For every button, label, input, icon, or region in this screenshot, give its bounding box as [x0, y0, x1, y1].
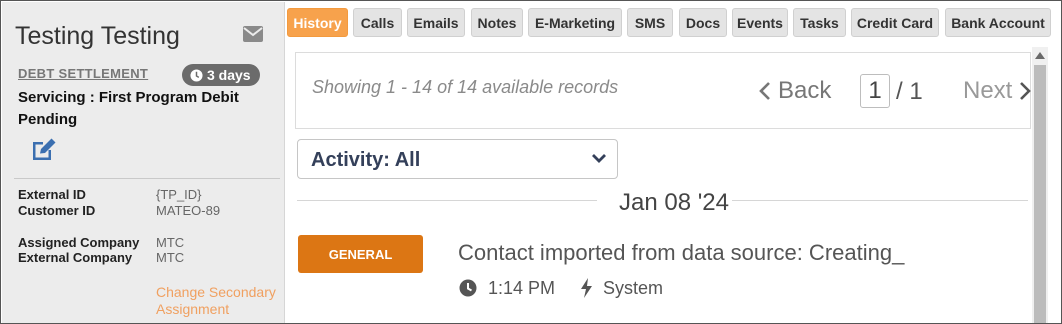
customer-id-value: MATEO-89 [156, 203, 221, 218]
activity-time: 1:14 PM [488, 278, 556, 298]
tab-e-marketing[interactable]: E-Marketing [528, 8, 622, 37]
next-button[interactable]: Next [963, 77, 1032, 105]
timeline-date: Jan 08 '24 [619, 189, 730, 216]
activity-filter-select[interactable]: Activity: All [297, 139, 618, 179]
chevron-down-icon [592, 154, 606, 163]
records-pager: Showing 1 - 14 of 14 available records B… [295, 52, 1032, 128]
chevron-left-icon [759, 82, 770, 100]
clock-icon [190, 68, 203, 82]
tab-calls[interactable]: Calls [353, 8, 402, 37]
chevron-right-icon [1020, 82, 1032, 100]
tab-tasks[interactable]: Tasks [793, 8, 846, 37]
records-count: Showing 1 - 14 of 14 available records [312, 77, 619, 97]
page-number-input[interactable]: 1 [860, 74, 890, 108]
tab-bank-account[interactable]: Bank Account [945, 8, 1051, 37]
back-button[interactable]: Back [758, 77, 831, 105]
tab-credit-card[interactable]: Credit Card [851, 8, 939, 37]
bolt-icon [581, 278, 592, 298]
activity-title: Contact imported from data source: Creat… [458, 240, 905, 265]
days-badge-label: 3 days [207, 67, 251, 83]
page-total: / 1 [896, 78, 923, 105]
app-frame: Testing Testing DEBT SETTLEMENT 3 days S… [0, 0, 1062, 324]
next-label: Next [963, 77, 1013, 104]
sidebar-divider [14, 178, 280, 179]
history-panel: Showing 1 - 14 of 14 available records B… [287, 39, 1047, 323]
date-divider-right [732, 200, 1028, 201]
external-id-value: {TP_ID} [156, 187, 202, 202]
status-link[interactable]: DEBT SETTLEMENT [18, 66, 148, 81]
days-badge: 3 days [182, 64, 260, 86]
scrollbar-thumb[interactable] [1034, 65, 1046, 323]
records-divider [295, 128, 1031, 129]
activity-type-badge: GENERAL [298, 235, 423, 273]
assigned-company-value: MTC [156, 235, 185, 250]
scroll-up-arrow-icon[interactable] [1035, 51, 1045, 59]
tab-docs[interactable]: Docs [679, 8, 727, 37]
clock-icon [459, 279, 477, 297]
tab-events[interactable]: Events [732, 8, 788, 37]
contact-name: Testing Testing [15, 22, 180, 50]
back-label: Back [778, 77, 832, 104]
tab-notes[interactable]: Notes [471, 8, 523, 37]
external-company-value: MTC [156, 250, 185, 265]
activity-filter-value: Activity: All [311, 149, 421, 171]
date-divider-left [297, 200, 597, 201]
contact-sidebar: Testing Testing DEBT SETTLEMENT 3 days S… [2, 2, 285, 323]
tab-history[interactable]: History [287, 8, 348, 37]
servicing-status: Servicing : First Program Debit Pending [18, 89, 239, 128]
change-secondary-assignment-link[interactable]: Change Secondary Assignment [156, 284, 281, 318]
tab-emails[interactable]: Emails [407, 8, 465, 37]
activity-source: System [603, 278, 664, 298]
tab-sms[interactable]: SMS [627, 8, 673, 37]
assigned-company-label: Assigned Company [18, 235, 140, 250]
external-company-label: External Company [18, 250, 133, 265]
envelope-icon[interactable] [243, 26, 263, 42]
external-id-label: External ID [18, 187, 86, 202]
customer-id-label: Customer ID [18, 203, 96, 218]
edit-icon[interactable] [30, 136, 58, 162]
